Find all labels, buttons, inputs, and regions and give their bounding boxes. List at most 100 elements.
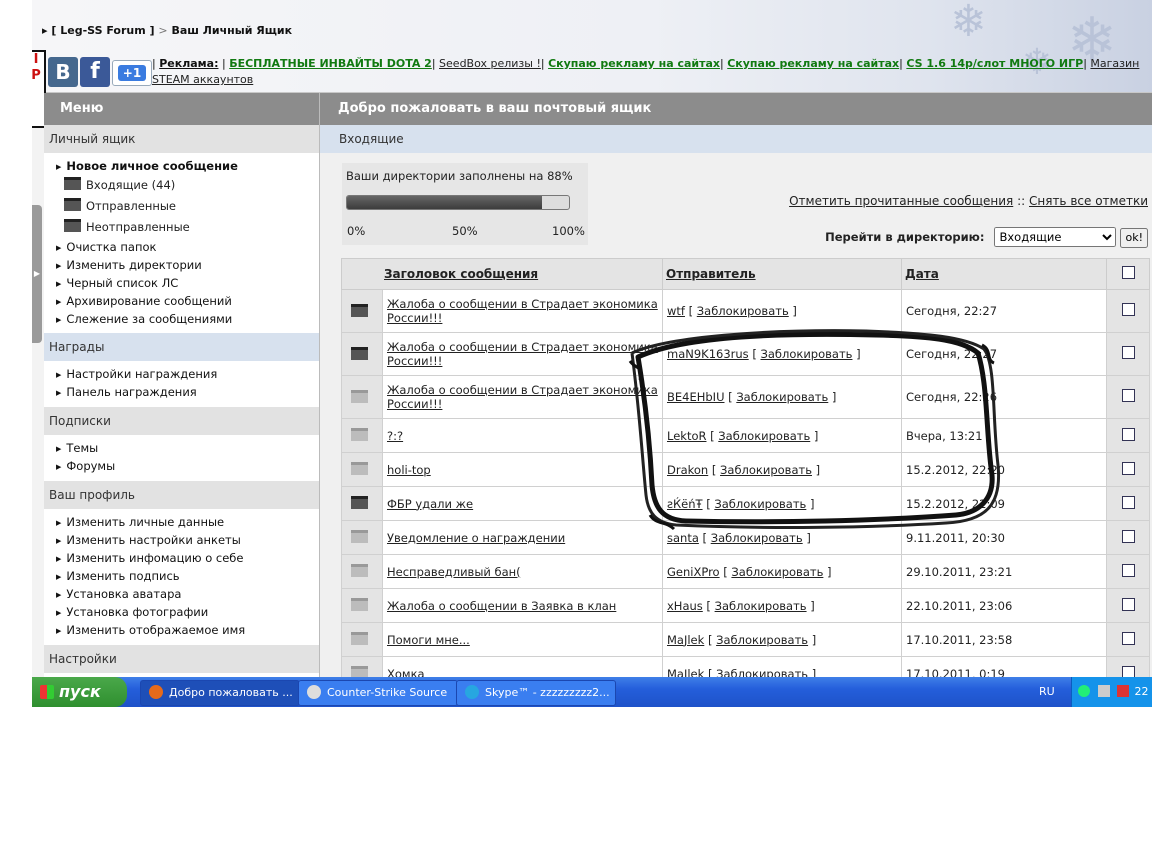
- block-sender-link[interactable]: Заблокировать: [760, 347, 852, 361]
- message-subject-link[interactable]: Хомка: [387, 667, 425, 678]
- ad-link[interactable]: SeedBox релизы !: [439, 57, 541, 70]
- block-sender-link[interactable]: Заблокировать: [715, 599, 807, 613]
- sidebar-item-display-name[interactable]: ▶ Изменить отображаемое имя: [44, 621, 319, 639]
- read-message-icon: [351, 632, 368, 645]
- select-all-checkbox[interactable]: [1121, 266, 1135, 279]
- message-checkbox[interactable]: [1121, 389, 1135, 402]
- sidebar-item-award-panel[interactable]: ▶ Панель награждения: [44, 383, 319, 401]
- column-sender[interactable]: Отправитель: [662, 258, 902, 290]
- sidebar-item-forums[interactable]: ▶ Форумы: [44, 457, 319, 475]
- read-message-icon: [351, 389, 368, 403]
- sender-cell: LektoR [ Заблокировать ]: [662, 418, 902, 453]
- block-sender-link[interactable]: Заблокировать: [720, 463, 812, 477]
- sidebar-item-edit-folders[interactable]: ▶ Изменить директории: [44, 256, 319, 274]
- message-checkbox[interactable]: [1121, 303, 1135, 316]
- sender-link[interactable]: santa: [667, 531, 699, 545]
- message-checkbox[interactable]: [1121, 631, 1135, 645]
- block-sender-link[interactable]: Заблокировать: [716, 633, 808, 647]
- sender-link[interactable]: MaJlek: [667, 633, 704, 647]
- sender-link[interactable]: MaJlek: [667, 667, 704, 678]
- message-checkbox[interactable]: [1121, 461, 1135, 475]
- sidebar-item-new-message[interactable]: ▶ Новое личное сообщение: [44, 157, 319, 175]
- sender-link[interactable]: ƨЌёńŦ: [667, 497, 703, 511]
- sender-link[interactable]: GeniXPro: [667, 565, 720, 579]
- uncheck-all-link[interactable]: Снять все отметки: [1029, 194, 1148, 208]
- taskbar-item-firefox[interactable]: Добро пожаловать ...: [140, 680, 300, 706]
- message-subject-link[interactable]: holi-top: [387, 463, 431, 477]
- ad-link[interactable]: Скупаю рекламу на сайтах: [548, 57, 720, 70]
- message-subject-link[interactable]: Помоги мне...: [387, 633, 470, 647]
- subject-cell: ?:?: [382, 418, 663, 453]
- sidebar-item-signature[interactable]: ▶ Изменить подпись: [44, 567, 319, 585]
- message-checkbox[interactable]: [1121, 563, 1135, 577]
- breadcrumb-site[interactable]: [ Leg-SS Forum ]: [51, 24, 154, 37]
- message-subject-link[interactable]: Жалоба о сообщении в Страдает экономика …: [387, 383, 658, 411]
- block-sender-link[interactable]: Заблокировать: [731, 565, 823, 579]
- sender-link[interactable]: wtf: [667, 304, 685, 318]
- gplus-share-button[interactable]: +1: [112, 60, 152, 86]
- taskbar-item-css[interactable]: Counter-Strike Source: [298, 680, 458, 706]
- sidebar-folder-unsent[interactable]: Неотправленные: [44, 217, 319, 238]
- message-subject-link[interactable]: ?:?: [387, 429, 403, 443]
- sidebar-section-title: Личный ящик: [44, 125, 319, 153]
- sidebar-item-blacklist[interactable]: ▶ Черный список ЛС: [44, 274, 319, 292]
- sidebar-item-tracking[interactable]: ▶ Слежение за сообщениями: [44, 310, 319, 328]
- vk-share-button[interactable]: В: [48, 57, 78, 87]
- message-subject-link[interactable]: Жалоба о сообщении в Страдает экономика …: [387, 340, 658, 368]
- sidebar-item-label: Архивирование сообщений: [66, 294, 232, 308]
- facebook-share-button[interactable]: f: [80, 57, 110, 87]
- block-sender-link[interactable]: Заблокировать: [716, 667, 808, 678]
- message-checkbox[interactable]: [1121, 346, 1135, 359]
- message-subject-link[interactable]: Несправедливый бан(: [387, 565, 521, 579]
- mark-read-link[interactable]: Отметить прочитанные сообщения: [789, 194, 1013, 208]
- ad-link[interactable]: CS 1.6 14р/слот МНОГО ИГР: [906, 57, 1083, 70]
- goto-ok-button[interactable]: ok!: [1120, 227, 1148, 248]
- message-checkbox[interactable]: [1121, 495, 1135, 509]
- block-sender-link[interactable]: Заблокировать: [697, 304, 789, 318]
- sidebar-folder-inbox[interactable]: Входящие (44): [44, 175, 319, 196]
- sender-link[interactable]: LektoR: [667, 429, 706, 443]
- sender-cell: BE4EHbIU [ Заблокировать ]: [662, 375, 902, 419]
- block-sender-link[interactable]: Заблокировать: [718, 429, 810, 443]
- sidebar-section-title: Настройки: [44, 645, 319, 673]
- message-subject-link[interactable]: Жалоба о сообщении в Заявка в клан: [387, 599, 616, 613]
- ad-link[interactable]: Скупаю рекламу на сайтах: [727, 57, 899, 70]
- message-subject-link[interactable]: Уведомление о награждении: [387, 531, 565, 545]
- message-checkbox[interactable]: [1121, 529, 1135, 543]
- clock[interactable]: 22: [1135, 685, 1149, 698]
- sidebar-item-topics[interactable]: ▶ Темы: [44, 439, 319, 457]
- taskbar-item-skype[interactable]: Skype™ - zzzzzzzzz2...: [456, 680, 616, 706]
- block-sender-link[interactable]: Заблокировать: [714, 497, 806, 511]
- sidebar-item-about[interactable]: ▶ Изменить инфомацию о себе: [44, 549, 319, 567]
- message-subject-link[interactable]: Жалоба о сообщении в Страдает экономика …: [387, 297, 658, 325]
- sidebar-item-personal-data[interactable]: ▶ Изменить личные данные: [44, 513, 319, 531]
- tray-check-icon[interactable]: [1078, 685, 1090, 697]
- sidebar-item-photo[interactable]: ▶ Установка фотографии: [44, 603, 319, 621]
- message-subject-link[interactable]: ФБР удали же: [387, 497, 473, 511]
- language-indicator[interactable]: RU: [1039, 677, 1055, 707]
- tray-network-icon[interactable]: [1097, 685, 1110, 697]
- block-sender-link[interactable]: Заблокировать: [711, 531, 803, 545]
- sidebar-item-clear-folders[interactable]: ▶ Очистка папок: [44, 238, 319, 256]
- sidebar-item-profile-settings[interactable]: ▶ Изменить настройки анкеты: [44, 531, 319, 549]
- block-sender-link[interactable]: Заблокировать: [736, 390, 828, 404]
- ad-link[interactable]: БЕСПЛАТНЫЕ ИНВАЙТЫ DOTA 2: [229, 57, 432, 70]
- sender-link[interactable]: xHaus: [667, 599, 703, 613]
- sender-link[interactable]: BE4EHbIU: [667, 390, 725, 404]
- column-date[interactable]: Дата: [901, 258, 1107, 290]
- sidebar-folder-sent[interactable]: Отправленные: [44, 196, 319, 217]
- tray-security-icon[interactable]: [1117, 685, 1129, 697]
- sidebar-item-avatar[interactable]: ▶ Установка аватара: [44, 585, 319, 603]
- column-subject[interactable]: Заголовок сообщения: [341, 258, 663, 290]
- sender-link[interactable]: maN9K163rus: [667, 347, 749, 361]
- message-checkbox[interactable]: [1121, 665, 1135, 677]
- folder-select[interactable]: Входящие: [994, 227, 1117, 247]
- sidebar-toggle-handle[interactable]: ▶: [32, 205, 42, 343]
- sidebar-item-archive[interactable]: ▶ Архивирование сообщений: [44, 292, 319, 310]
- start-button[interactable]: пуск: [32, 677, 127, 707]
- sidebar-item-award-settings[interactable]: ▶ Настройки награждения: [44, 365, 319, 383]
- message-checkbox[interactable]: [1121, 427, 1135, 441]
- message-checkbox[interactable]: [1121, 597, 1135, 611]
- sender-link[interactable]: Drakon: [667, 463, 708, 477]
- link-separator: ::: [1017, 194, 1026, 208]
